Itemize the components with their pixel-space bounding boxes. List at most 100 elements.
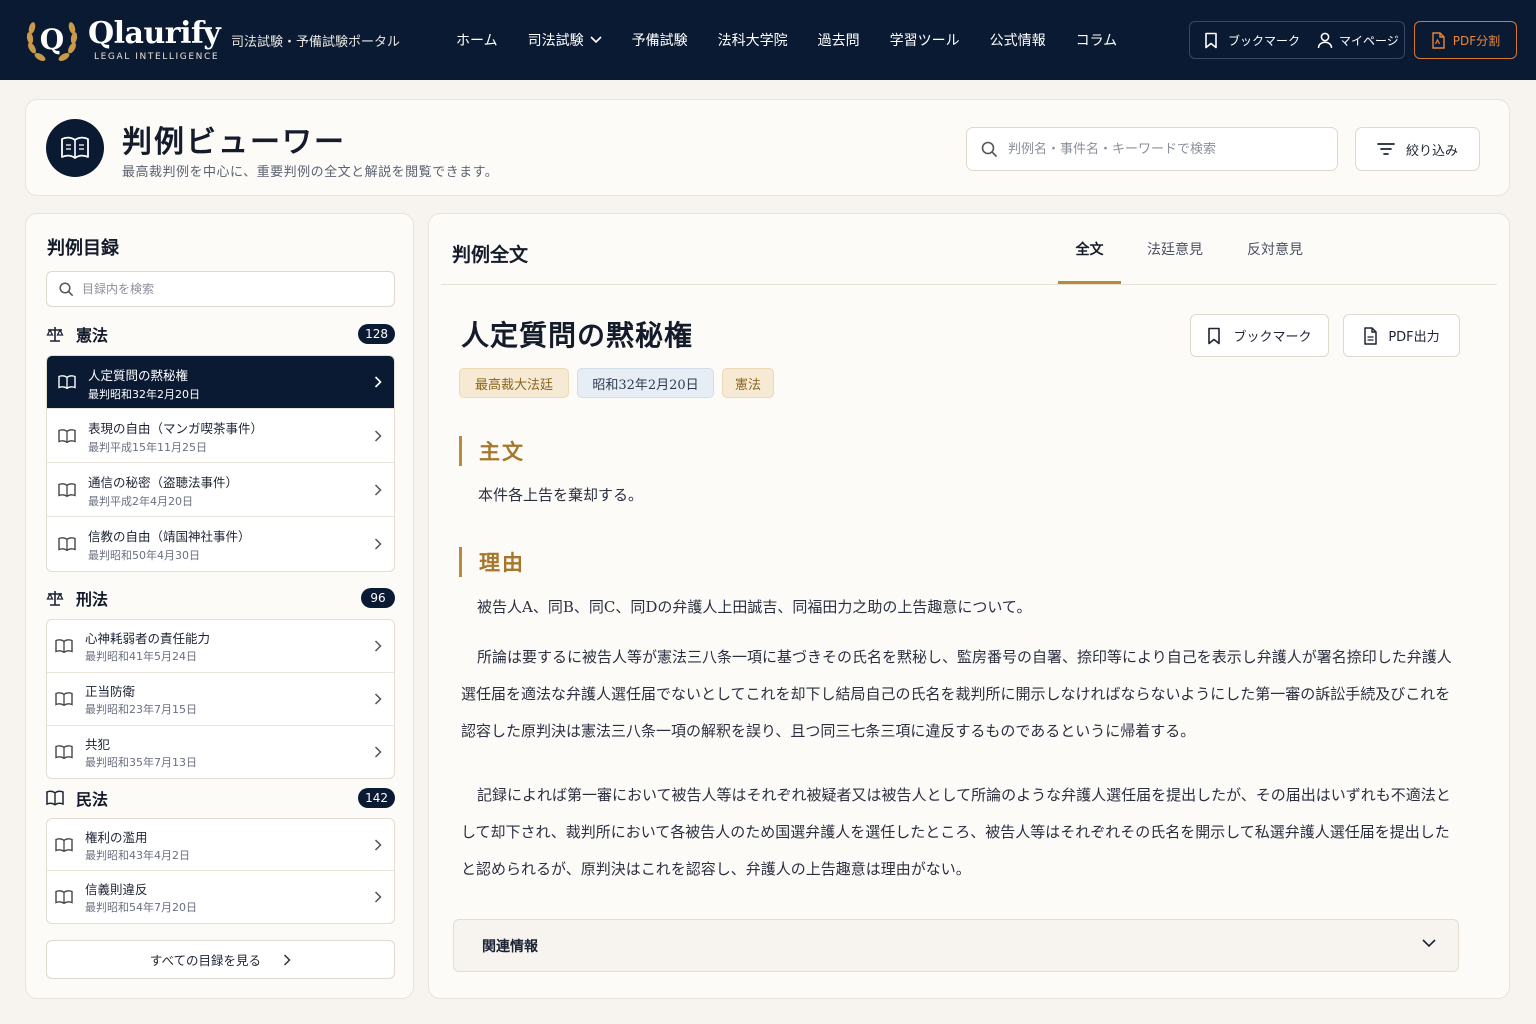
case-item-title: 正当防衛 [85,684,136,699]
nav-preliminary-exam-label: 予備試験 [631,33,688,49]
nav-official-info[interactable]: 公式情報 [990,30,1046,50]
bookmark-icon [1208,327,1221,344]
document-icon [1364,326,1378,345]
case-item-date: 最判昭和35年7月13日 [85,756,197,769]
case-search-input[interactable] [1008,141,1308,157]
case-item[interactable]: 正当防衛 最判昭和23年7月15日 [47,673,394,726]
case-item-date: 最判平成15年11月25日 [88,441,207,454]
bookmark-label: ブックマーク [1233,330,1312,345]
nav-bar-exam[interactable]: 司法試験 [528,30,602,50]
header-bookmark-button[interactable]: ブックマーク [1204,32,1300,49]
sidebar-search-input[interactable] [82,282,372,296]
chevron-right-icon [374,693,382,705]
nav-past-exams[interactable]: 過去問 [818,30,860,50]
chevron-right-icon [374,746,382,758]
filter-label: 絞り込み [1405,143,1458,159]
filter-icon [1377,143,1395,155]
case-item-title: 表現の自由（マンガ喫茶事件） [88,421,264,436]
tab-full-text-label: 全文 [1075,242,1104,258]
brand-logo[interactable]: Q Qlaurify LEGAL INTELLIGENCE [24,14,221,66]
category-constitutional-law[interactable]: 憲法 128 [46,320,395,348]
nav-column[interactable]: コラム [1076,30,1118,50]
tab-court-opinion[interactable]: 法廷意見 [1121,214,1229,284]
case-list-constitutional: 人定質問の黙秘権 最判昭和32年2月20日 表現の自由（マンガ喫茶事件） 最判平… [46,355,395,572]
category-civil-law[interactable]: 民法 142 [46,784,395,812]
laurel-q-logo-icon: Q [24,14,80,66]
main-text-body: 本件各上告を棄却する。 [478,486,644,504]
related-info-accordion[interactable]: 関連情報 [453,919,1459,972]
pdf-split-label: PDF分割 [1452,33,1501,48]
chevron-right-icon [374,838,382,851]
chevron-down-icon [590,36,602,44]
chevron-right-icon [284,953,291,966]
see-all-label: すべての目録を見る [149,953,262,968]
user-icon [1317,32,1333,48]
case-item[interactable]: 心神耗弱者の責任能力 最判昭和41年5月24日 [47,620,394,673]
page-title: 判例ビューワー [122,125,346,160]
case-item[interactable]: 信義則違反 最判昭和54年7月20日 [47,871,394,923]
case-item-date: 最判昭和54年7月20日 [85,901,197,914]
bookmark-icon [1205,32,1217,48]
category-name: 憲法 [76,326,109,345]
tab-dissenting-opinion-label: 反対意見 [1247,242,1303,258]
nav-bar-exam-label: 司法試験 [527,33,584,49]
nav-study-tools-label: 学習ツール [889,33,960,49]
chevron-down-icon [1422,939,1436,948]
case-list-criminal: 心神耗弱者の責任能力 最判昭和41年5月24日 正当防衛 最判昭和23年7月15… [46,619,395,779]
tab-full-text[interactable]: 全文 [1058,214,1121,284]
pdf-export-button[interactable]: PDF出力 [1343,314,1460,357]
portal-label: 司法試験・予備試験ポータル [231,35,401,50]
case-item-date: 最判平成2年4月20日 [88,495,193,508]
case-item[interactable]: 信教の自由（靖国神社事件） 最判昭和50年4月30日 [47,517,394,571]
case-item[interactable]: 共犯 最判昭和35年7月13日 [47,726,394,778]
tag-date: 昭和32年2月20日 [577,368,714,398]
case-item[interactable]: 通信の秘密（盗聴法事件） 最判平成2年4月20日 [47,463,394,517]
bookmark-button[interactable]: ブックマーク [1190,314,1329,357]
book-icon [55,639,73,654]
nav-study-tools[interactable]: 学習ツール [890,30,960,50]
chevron-right-icon [374,640,382,652]
panel-divider [441,284,1497,285]
header-bookmark-label: ブックマーク [1228,33,1301,48]
case-item[interactable]: 権利の濫用 最判昭和43年4月2日 [47,819,394,871]
book-icon [55,890,73,905]
nav-preliminary-exam[interactable]: 予備試験 [632,30,688,50]
nav-past-exams-label: 過去問 [817,33,860,49]
category-count-badge: 142 [358,788,395,808]
category-criminal-law[interactable]: 刑法 96 [46,584,395,612]
case-index-sidebar: 判例目録 憲法 128 人定質問の黙秘権 最判昭和32年2月20日 表現の自由（… [25,213,414,999]
filter-button[interactable]: 絞り込み [1355,127,1480,171]
category-count-badge: 128 [358,324,395,344]
mypage-label: マイページ [1339,33,1399,48]
case-item-title: 信教の自由（靖国神社事件） [88,529,251,544]
category-name: 刑法 [76,590,109,609]
tab-dissenting-opinion[interactable]: 反対意見 [1229,214,1321,284]
case-item-active[interactable]: 人定質問の黙秘権 最判昭和32年2月20日 [47,356,394,409]
mypage-button[interactable]: マイページ [1317,32,1399,49]
case-item-date: 最判昭和43年4月2日 [85,849,190,862]
nav-law-school[interactable]: 法科大学院 [718,30,788,50]
sidebar-search-box [46,271,395,307]
case-item[interactable]: 表現の自由（マンガ喫茶事件） 最判平成15年11月25日 [47,409,394,463]
case-item-date: 最判昭和41年5月24日 [85,650,197,663]
view-tabs: 全文 法廷意見 反対意見 [1058,214,1321,284]
main-nav: ホーム 司法試験 予備試験 法科大学院 過去問 学習ツール 公式情報 コラム [456,0,1147,80]
book-icon [58,482,76,497]
chevron-right-icon [374,538,382,550]
see-all-index-button[interactable]: すべての目録を見る [46,940,395,979]
pdf-file-icon [1432,31,1445,49]
scales-icon [46,591,64,606]
open-book-icon [46,119,104,177]
nav-column-label: コラム [1075,33,1118,49]
nav-home[interactable]: ホーム [456,30,498,50]
section-heading-reason: 理由 [459,547,525,577]
pdf-split-button[interactable]: PDF分割 [1414,21,1517,59]
case-search-box [966,127,1338,171]
case-item-title: 共犯 [85,737,111,752]
brand-name: Qlaurify [88,16,221,51]
open-book-icon [46,790,64,806]
case-title: 人定質問の黙秘権 [461,319,694,352]
tag-area: 憲法 [722,368,774,398]
category-name: 民法 [76,790,109,809]
search-icon [59,281,74,296]
